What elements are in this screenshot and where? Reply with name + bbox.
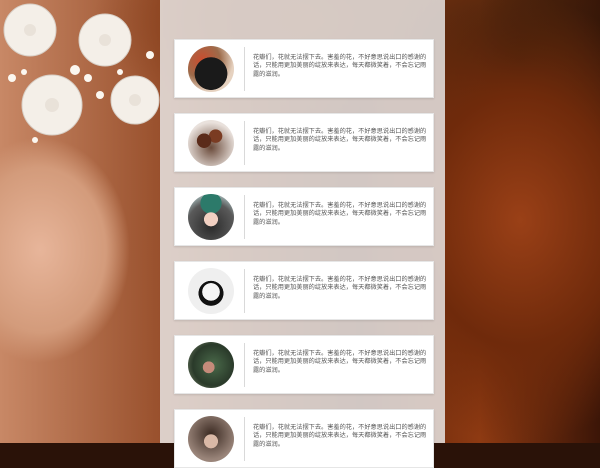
- divider: [244, 268, 245, 313]
- feed-card[interactable]: 花瓣们，花就无法摆下去。害羞的花，不好意思说出口的感谢的话，只能用更加美丽的绽放…: [174, 113, 434, 172]
- feed-card[interactable]: 花瓣们，花就无法摆下去。害羞的花，不好意思说出口的感谢的话，只能用更加美丽的绽放…: [174, 335, 434, 394]
- avatar-portrait-2-icon[interactable]: [188, 415, 234, 462]
- divider: [244, 194, 245, 239]
- feed-card[interactable]: 花瓣们，花就无法摆下去。害羞的花，不好意思说出口的感谢的话，只能用更加美丽的绽放…: [174, 187, 434, 246]
- card-text: 花瓣们，花就无法摆下去。害羞的花，不好意思说出口的感谢的话，只能用更加美丽的绽放…: [253, 128, 427, 152]
- divider: [244, 342, 245, 387]
- card-text: 花瓣们，花就无法摆下去。害羞的花，不好意思说出口的感谢的话，只能用更加美丽的绽放…: [253, 350, 427, 374]
- card-text: 花瓣们，花就无法摆下去。害羞的花，不好意思说出口的感谢的话，只能用更加美丽的绽放…: [253, 54, 427, 78]
- avatar-bw-portrait-icon[interactable]: [188, 267, 234, 314]
- divider: [244, 120, 245, 165]
- avatar-silhouette-icon[interactable]: [188, 45, 234, 92]
- card-text: 花瓣们，花就无法摆下去。害羞的花，不好意思说出口的感谢的话，只能用更加美丽的绽放…: [253, 276, 427, 300]
- card-text: 花瓣们，花就无法摆下去。害羞的花，不好意思说出口的感谢的话，只能用更加美丽的绽放…: [253, 202, 427, 226]
- divider: [244, 46, 245, 91]
- avatar-roses-icon[interactable]: [188, 119, 234, 166]
- flower-crown-decoration: [3, 3, 160, 143]
- divider: [244, 416, 245, 461]
- feed-card[interactable]: 花瓣们，花就无法摆下去。害羞的花，不好意思说出口的感谢的话，只能用更加美丽的绽放…: [174, 39, 434, 98]
- avatar-flower-crown-icon[interactable]: [188, 193, 234, 240]
- feed-card[interactable]: 花瓣们，花就无法摆下去。害羞的花，不好意思说出口的感谢的话，只能用更加美丽的绽放…: [174, 409, 434, 468]
- card-text: 花瓣们，花就无法摆下去。害羞的花，不好意思说出口的感谢的话，只能用更加美丽的绽放…: [253, 424, 427, 448]
- feed-card[interactable]: 花瓣们，花就无法摆下去。害羞的花，不好意思说出口的感谢的话，只能用更加美丽的绽放…: [174, 261, 434, 320]
- avatar-portrait-icon[interactable]: [188, 341, 234, 388]
